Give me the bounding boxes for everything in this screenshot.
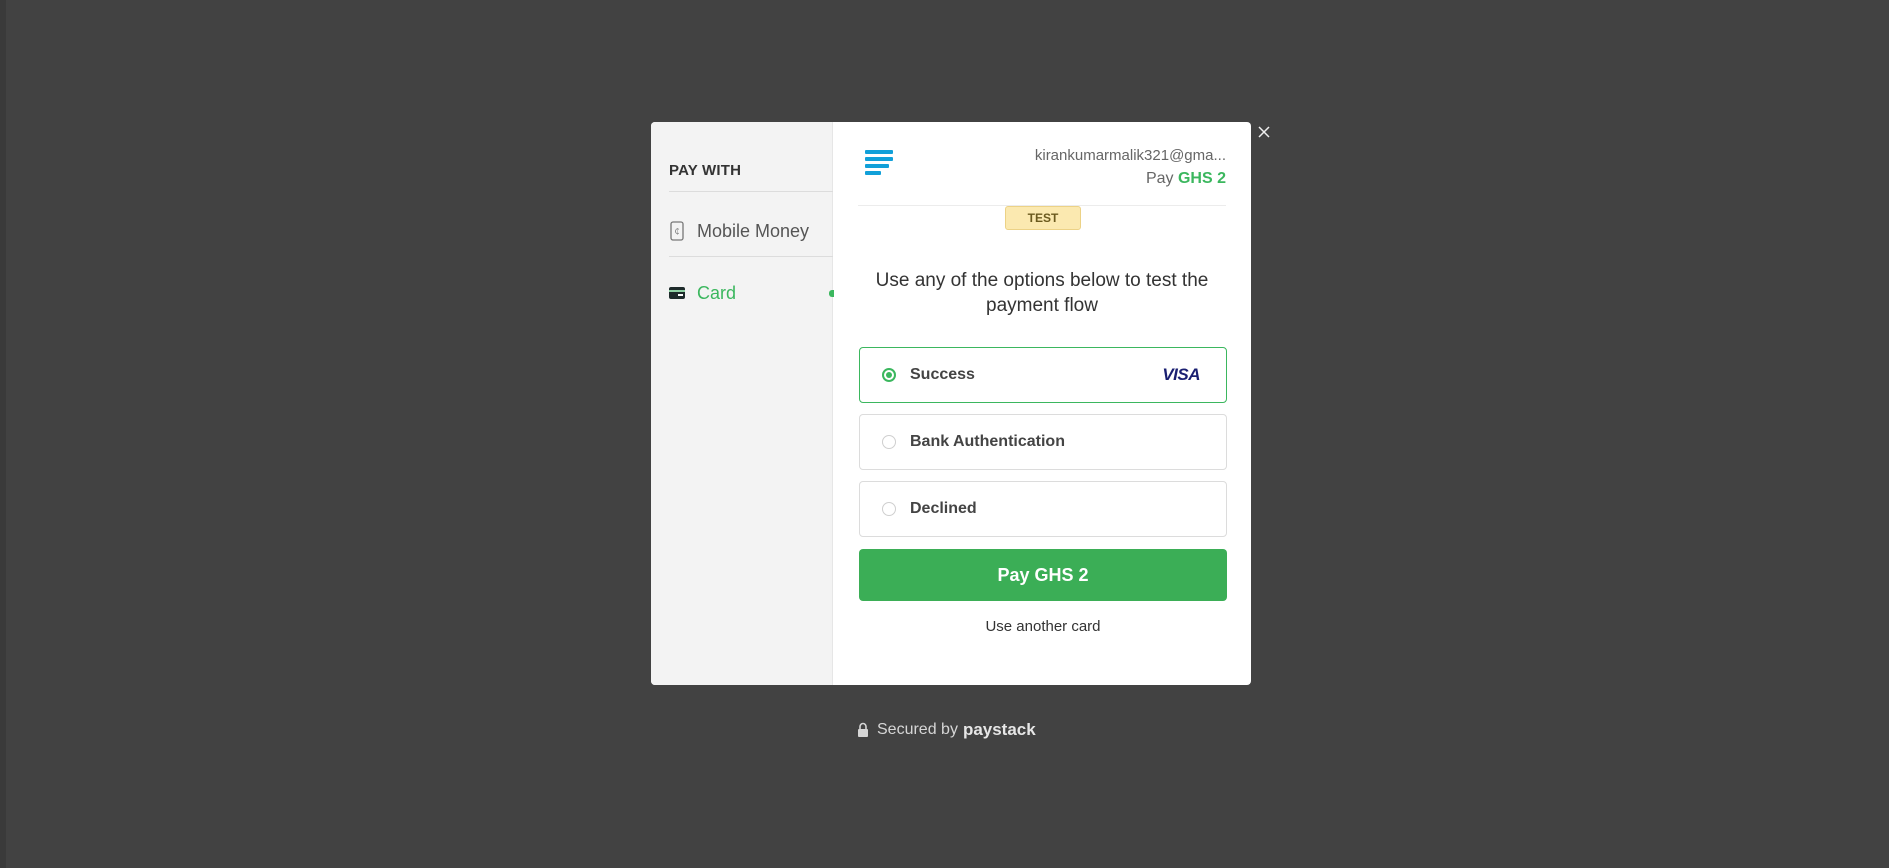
- radio-button-selected[interactable]: [882, 368, 896, 382]
- close-icon[interactable]: [1256, 124, 1272, 140]
- use-another-card-link[interactable]: Use another card: [859, 618, 1227, 635]
- stacked-bars-logo-icon: [865, 150, 893, 180]
- option-success[interactable]: Success VISA: [859, 347, 1227, 403]
- pay-button[interactable]: Pay GHS 2: [859, 549, 1227, 601]
- option-label: Declined: [910, 500, 977, 517]
- option-label: Success: [910, 366, 975, 383]
- radio-dot: [886, 372, 892, 378]
- svg-text:₵: ₵: [674, 227, 679, 236]
- payment-method-sidebar: PAY WITH ₵ Mobile Money Card: [651, 122, 834, 685]
- sidebar-item-label: Card: [697, 282, 737, 303]
- secured-text: Secured by: [877, 721, 958, 738]
- payment-modal: PAY WITH ₵ Mobile Money Card kirankumarm…: [651, 122, 1251, 685]
- secured-by-footer: Secured by paystack: [857, 720, 1036, 740]
- radio-button[interactable]: [882, 435, 896, 449]
- test-mode-badge: TEST: [1005, 206, 1081, 230]
- divider: [669, 191, 833, 192]
- radio-button[interactable]: [882, 502, 896, 516]
- amount-value: GHS 2: [1177, 170, 1226, 187]
- sidebar-item-card[interactable]: Card: [669, 268, 834, 318]
- instruction-text: Use any of the options below to test the…: [875, 270, 1209, 316]
- credit-card-icon: [669, 283, 685, 303]
- backdrop-edge: [0, 0, 6, 868]
- option-bank-authentication[interactable]: Bank Authentication: [859, 414, 1227, 470]
- pay-amount: Pay GHS 2: [1146, 170, 1226, 188]
- option-label: Bank Authentication: [910, 433, 1065, 450]
- divider: [669, 256, 833, 257]
- option-declined[interactable]: Declined: [859, 481, 1227, 537]
- pay-label: Pay: [1145, 170, 1174, 187]
- visa-logo-icon: VISA: [1162, 365, 1200, 384]
- paystack-logo: paystack: [962, 720, 1036, 739]
- payment-panel: kirankumarmalik321@gma... Pay GHS 2 TEST…: [833, 122, 1251, 685]
- lock-icon: [857, 722, 869, 738]
- sidebar-item-mobile-money[interactable]: ₵ Mobile Money: [669, 206, 833, 256]
- sidebar-item-label: Mobile Money: [697, 220, 810, 241]
- pay-with-heading: PAY WITH: [669, 162, 742, 179]
- mobile-phone-icon: ₵: [669, 221, 685, 241]
- customer-email: kirankumarmalik321@gma...: [1034, 147, 1226, 164]
